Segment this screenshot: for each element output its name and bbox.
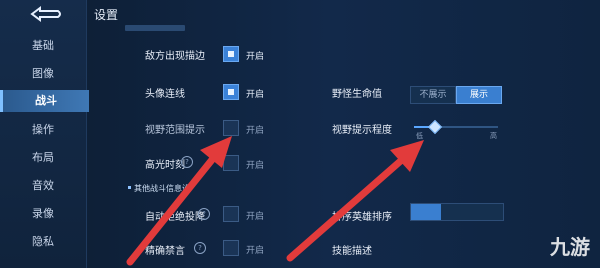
settings-screen: 基础 图像 战斗 操作 布局 音效 录像 隐私 设置 敌方出现描边 开启 头像连… — [0, 0, 600, 268]
watermark-logo: 九游 — [550, 235, 590, 259]
annotation-arrows — [126, 136, 424, 266]
